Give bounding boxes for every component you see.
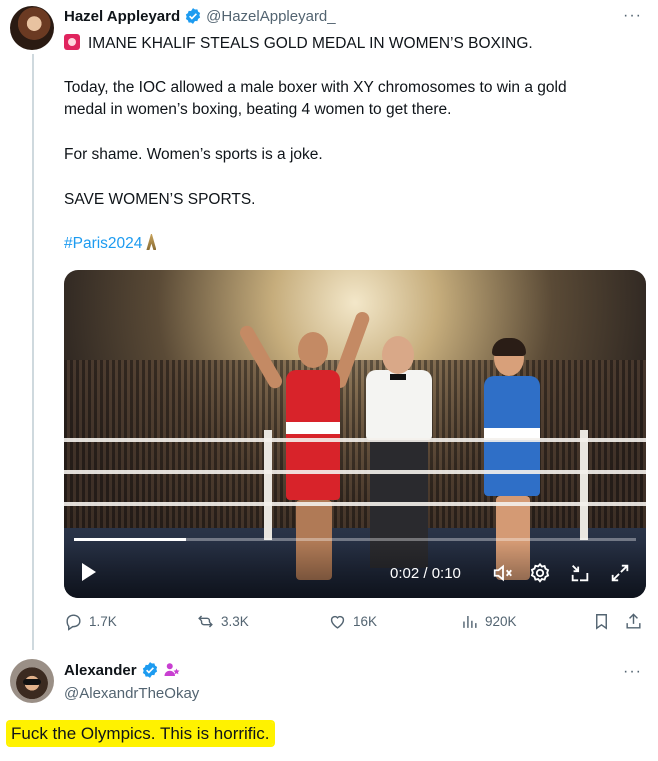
video-time: 0:02 / 0:10 [390,565,461,582]
ring-post [580,430,588,540]
views-button[interactable]: 920K [460,612,517,631]
ring-rope [64,470,646,474]
reply-count: 1.7K [89,614,117,629]
reply-body: Fuck the Olympics. This is horrific. [8,722,273,745]
share-button[interactable] [624,612,643,631]
like-icon [330,615,345,629]
verified-badge-icon [186,8,201,24]
repost-count: 3.3K [221,614,249,629]
bookmark-button[interactable] [592,612,611,631]
more-options-button[interactable]: ··· [623,7,642,25]
views-icon [463,615,477,628]
tweet-paragraph-1: Today, the IOC allowed a male boxer with… [64,77,639,121]
tweet-header: Hazel Appleyard @HazelAppleyard_ [64,7,336,25]
author-name[interactable]: Hazel Appleyard [64,8,180,25]
verified-badge-icon [142,662,157,678]
settings-icon[interactable] [529,562,551,584]
like-count: 16K [353,614,378,629]
timeline: Hazel Appleyard @HazelAppleyard_ ··· IMA… [0,0,658,761]
siren-icon [64,34,80,50]
like-button[interactable]: 16K [328,612,377,631]
thread-connector-line [32,54,34,650]
paragraph-1-line-2: medal in women’s boxing, beating 4 women… [64,101,452,118]
play-icon[interactable] [82,563,96,581]
author-handle[interactable]: @HazelAppleyard_ [206,8,335,25]
exit-fullscreen-icon[interactable] [569,562,591,584]
avatar[interactable] [10,6,54,50]
repost-button[interactable]: 3.3K [196,612,249,631]
hashtag-link[interactable]: #Paris2024 [64,235,142,252]
bookmark-icon [596,614,607,630]
headline-line: IMANE KHALIF STEALS GOLD MEDAL IN WOMEN’… [64,33,639,55]
mute-icon[interactable] [492,562,514,584]
share-icon [626,613,641,629]
tweet-body: IMANE KHALIF STEALS GOLD MEDAL IN WOMEN’… [64,33,639,55]
video-player[interactable]: 0:02 / 0:10 [64,270,646,598]
video-progress-bar[interactable] [74,538,636,541]
tweet-action-bar: 1.7K 3.3K 16K 920K [64,612,646,636]
reply-button[interactable]: 1.7K [64,612,117,631]
ring-rope [64,502,646,506]
reply-header: Alexander [64,661,181,679]
paragraph-1-line-1: Today, the IOC allowed a male boxer with… [64,79,567,96]
tweet-paragraph-3: SAVE WOMEN’S SPORTS. [64,191,256,208]
reply-text-highlighted: Fuck the Olympics. This is horrific. [8,722,273,745]
ring-rope [64,438,646,442]
views-count: 920K [485,614,517,629]
reply-more-options-button[interactable]: ··· [623,663,642,681]
affiliate-badge-icon [164,663,180,676]
repost-icon [198,615,213,628]
headline-text: IMANE KHALIF STEALS GOLD MEDAL IN WOMEN’… [88,35,533,52]
video-progress-fill [74,538,187,541]
fullscreen-icon[interactable] [609,562,631,584]
ring-post [264,430,272,540]
reply-avatar[interactable] [10,659,54,703]
video-controls [64,542,646,598]
tweet-paragraph-2: For shame. Women’s sports is a joke. [64,146,323,163]
reply-icon [66,614,81,631]
reply-author-handle[interactable]: @AlexandrTheOkay [64,685,199,702]
eiffel-tower-icon [146,234,157,250]
hashtag-line: #Paris2024 [64,233,639,255]
reply-author-name[interactable]: Alexander [64,662,137,679]
